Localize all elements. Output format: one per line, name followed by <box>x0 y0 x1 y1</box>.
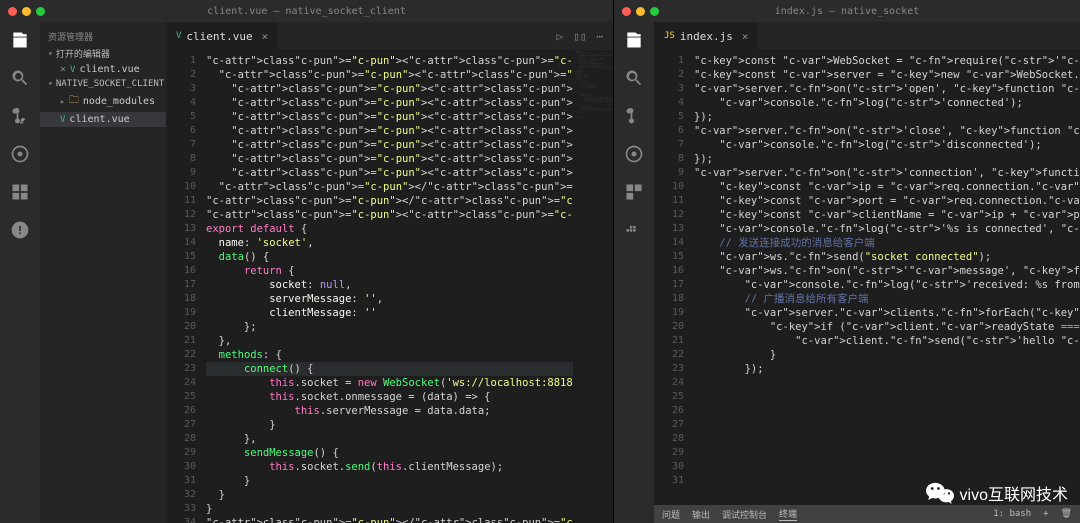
open-editor-file[interactable]: × V client.vue <box>40 62 166 77</box>
activity-bar-left <box>0 22 40 523</box>
line-numbers-right: 1234567891011121314151617181920212223242… <box>654 50 694 505</box>
vue-file-icon: V <box>70 65 75 75</box>
editor-area-right: JS index.js × 12345678910111213141516171… <box>654 22 1080 523</box>
window-left: client.vue — native_socket_client 资源管理器 … <box>0 0 614 523</box>
tab-bar-left: V client.vue × ▷ ▯▯ ⋯ <box>166 22 613 50</box>
chevron-right-icon <box>60 96 65 107</box>
code-editor-right[interactable]: "c-key">const "c-var">WebSocket = "c-fn"… <box>694 50 1080 505</box>
watermark-text: vivo互联网技术 <box>960 481 1068 505</box>
more-icon[interactable]: ⋯ <box>596 30 603 43</box>
extensions-icon[interactable] <box>10 182 30 202</box>
window-title-right: index.js — native_socket <box>775 6 920 17</box>
debug-icon[interactable] <box>10 144 30 164</box>
explorer-sidebar: 资源管理器 打开的编辑器 × V client.vue NATIVE_SOCKE… <box>40 22 166 523</box>
output-tab[interactable]: 输出 <box>692 508 710 521</box>
window-title-left: client.vue — native_socket_client <box>207 6 406 17</box>
sidebar-title: 资源管理器 <box>40 28 166 45</box>
extensions-icon[interactable] <box>624 182 644 202</box>
trash-icon[interactable]: 🗑 <box>1061 509 1072 519</box>
new-terminal-icon[interactable]: + <box>1043 509 1048 519</box>
docker-icon[interactable] <box>624 220 644 240</box>
source-control-icon[interactable] <box>624 106 644 126</box>
titlebar-right: index.js — native_socket <box>614 0 1080 22</box>
debug-console-tab[interactable]: 调试控制台 <box>722 508 767 521</box>
explorer-icon[interactable] <box>624 30 644 50</box>
activity-bar-right <box>614 22 654 523</box>
remote-icon[interactable] <box>10 220 30 240</box>
explorer-icon[interactable] <box>10 30 30 50</box>
tab-client-vue[interactable]: V client.vue × <box>166 22 278 50</box>
minimize-window-button[interactable] <box>22 7 31 16</box>
window-right: index.js — native_socket JS index.js × 1… <box>614 0 1080 523</box>
source-control-icon[interactable] <box>10 106 30 126</box>
close-icon[interactable]: × <box>60 64 66 75</box>
maximize-window-button[interactable] <box>650 7 659 16</box>
watermark: vivo互联网技术 <box>926 481 1068 505</box>
folder-icon: 🗀 <box>69 93 79 110</box>
titlebar-left: client.vue — native_socket_client <box>0 0 613 22</box>
debug-icon[interactable] <box>624 144 644 164</box>
run-icon[interactable]: ▷ <box>557 30 564 43</box>
file-client-vue[interactable]: V client.vue <box>40 112 166 127</box>
wechat-icon <box>926 481 954 505</box>
project-section[interactable]: NATIVE_SOCKET_CLIENT <box>40 77 166 91</box>
search-icon[interactable] <box>10 68 30 88</box>
js-file-icon: JS <box>664 31 675 41</box>
close-window-button[interactable] <box>622 7 631 16</box>
problems-tab[interactable]: 问题 <box>662 508 680 521</box>
file-node-modules[interactable]: 🗀 node_modules <box>40 91 166 112</box>
close-tab-icon[interactable]: × <box>262 30 269 43</box>
minimap-left[interactable]: <template> <div class="socket"> <button … <box>573 50 613 523</box>
search-icon[interactable] <box>624 68 644 88</box>
terminal-shell-select[interactable]: 1: bash <box>993 509 1031 519</box>
line-numbers-left: 1234567891011121314151617181920212223242… <box>166 50 206 523</box>
tab-bar-right: JS index.js × <box>654 22 1080 50</box>
vue-file-icon: V <box>176 31 181 41</box>
close-tab-icon[interactable]: × <box>742 30 749 43</box>
editor-area-left: V client.vue × ▷ ▯▯ ⋯ 123456789101112131… <box>166 22 613 523</box>
open-editors-section[interactable]: 打开的编辑器 <box>40 45 166 62</box>
code-editor-left[interactable]: "c-attr">class"c-pun">="c-pun"><"c-attr"… <box>206 50 573 523</box>
vue-file-icon: V <box>60 115 65 125</box>
split-editor-icon[interactable]: ▯▯ <box>573 30 586 43</box>
terminal-panel-header: 问题 输出 调试控制台 终端 1: bash + 🗑 <box>654 505 1080 523</box>
minimize-window-button[interactable] <box>636 7 645 16</box>
close-window-button[interactable] <box>8 7 17 16</box>
tab-index-js[interactable]: JS index.js × <box>654 22 758 50</box>
terminal-tab[interactable]: 终端 <box>779 507 797 521</box>
maximize-window-button[interactable] <box>36 7 45 16</box>
